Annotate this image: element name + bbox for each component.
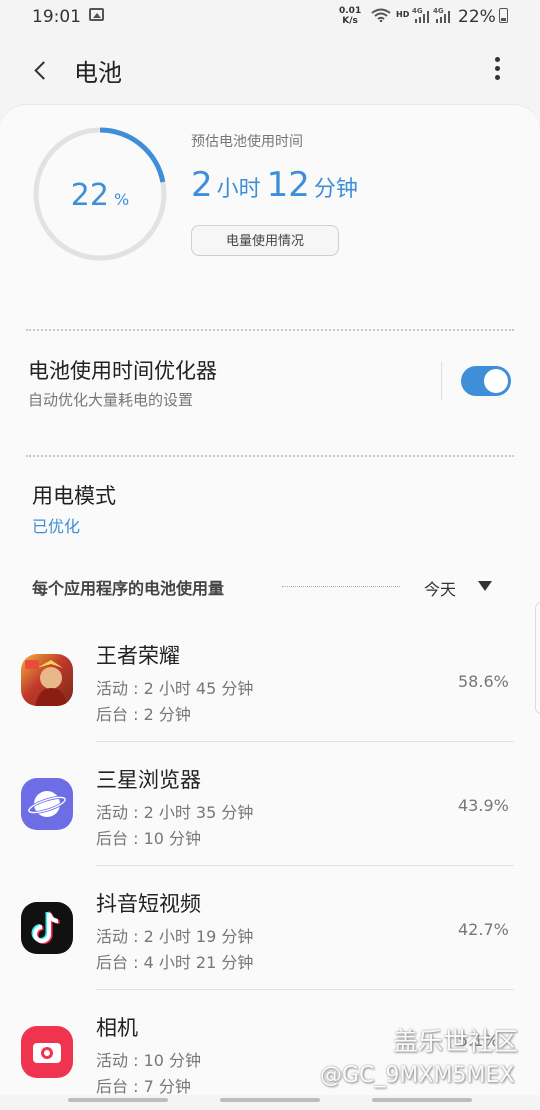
app-name: 三星浏览器 [96,768,201,792]
app-active-time: 活动 : 10 分钟 [96,1051,202,1070]
divider [26,455,514,457]
app-bar: 电池 [0,40,540,100]
vertical-divider [441,362,442,400]
net-speed: 0.01 K/s [339,6,362,26]
image-notification-icon [89,8,104,21]
battery-percent: 22 % [30,178,170,213]
app-background-time: 后台 : 2 分钟 [96,705,191,724]
power-mode-title: 用电模式 [32,484,116,508]
period-value: 今天 [424,580,457,599]
estimate-hours: 2 [191,165,213,205]
nav-back-button[interactable] [372,1098,472,1102]
status-bar: 19:01 0.01 K/s HD 4G 4G 22% [0,0,540,34]
status-battery-percent: 22% [458,7,496,27]
nav-recents-button[interactable] [68,1098,168,1102]
app-usage-row[interactable]: 抖音短视频 活动 : 2 小时 19 分钟 后台 : 4 小时 21 分钟 42… [0,866,540,990]
game-icon [21,654,73,706]
battery-percent-number: 22 [70,178,109,213]
power-mode-value: 已优化 [32,517,81,536]
app-usage-section-label: 每个应用程序的电池使用量 [32,579,225,598]
estimate-minutes-unit: 分钟 [313,177,358,202]
app-active-time: 活动 : 2 小时 19 分钟 [96,927,254,946]
status-time: 19:01 [32,7,81,27]
app-name: 抖音短视频 [96,892,201,916]
app-active-time: 活动 : 2 小时 35 分钟 [96,803,254,822]
nav-home-button[interactable] [220,1098,320,1102]
page-title: 电池 [74,59,122,87]
toggle-knob [484,369,508,393]
optimizer-subtitle: 自动优化大量耗电的设置 [28,391,194,409]
browser-icon [21,778,73,830]
app-usage-row[interactable]: 王者荣耀 活动 : 2 小时 45 分钟 后台 : 2 分钟 58.6% [0,618,540,742]
tiktok-icon [21,902,73,954]
app-background-time: 后台 : 4 小时 21 分钟 [96,953,254,972]
section-dots [282,586,400,587]
battery-icon [499,8,508,23]
back-arrow-icon[interactable] [30,55,54,83]
estimate-time: 2 小时 12 分钟 [191,165,364,205]
estimate-minutes: 12 [266,165,310,205]
battery-percent-unit: % [114,190,130,209]
dropdown-caret-icon[interactable] [478,581,492,591]
app-active-time: 活动 : 2 小时 45 分钟 [96,679,254,698]
app-usage-percent: 43.9% [458,796,509,815]
svg-text:4G: 4G [433,7,444,15]
divider [26,329,514,331]
scroll-edge-handle[interactable] [535,602,540,714]
app-name: 王者荣耀 [96,644,180,668]
camera-icon [21,1026,73,1078]
svg-text:4G: 4G [412,7,423,15]
app-background-time: 后台 : 10 分钟 [96,829,202,848]
wifi-icon [371,8,391,22]
optimizer-toggle[interactable] [461,366,511,396]
watermark-text: 盖乐世社区 [393,1027,519,1056]
app-background-time: 后台 : 7 分钟 [96,1077,191,1096]
app-usage-row[interactable]: 三星浏览器 活动 : 2 小时 35 分钟 后台 : 10 分钟 43.9% [0,742,540,866]
battery-usage-button[interactable]: 电量使用情况 [191,225,339,256]
signal-icon: 4G [433,7,450,23]
watermark-handle: @GC_9MXM5MEX [320,1063,515,1088]
app-usage-percent: 58.6% [458,672,509,691]
estimate-label: 预估电池使用时间 [191,134,303,150]
hd-indicator: HD [396,10,410,19]
optimizer-title: 电池使用时间优化器 [28,359,217,383]
app-usage-percent: 42.7% [458,920,509,939]
signal-icon: 4G [412,7,429,23]
more-options-icon[interactable] [488,54,508,84]
estimate-hours-unit: 小时 [216,177,261,202]
app-name: 相机 [96,1016,138,1040]
